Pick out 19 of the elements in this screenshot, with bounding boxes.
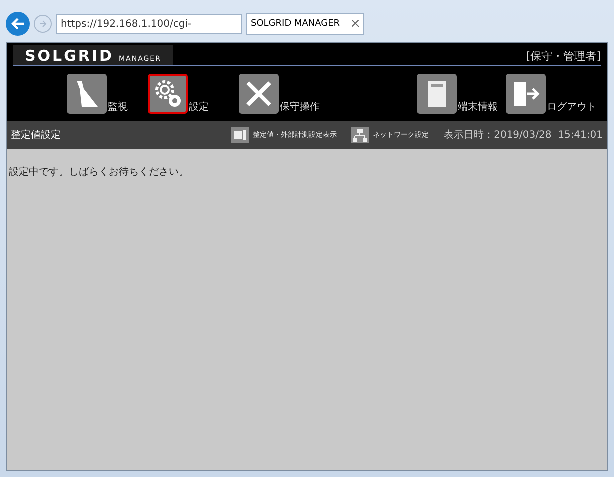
page-title: 整定値設定 <box>11 128 62 142</box>
cabinet-icon <box>426 79 448 109</box>
nav-item[interactable]: 監視 <box>67 74 128 114</box>
back-button[interactable] <box>6 12 30 36</box>
monitor-icon <box>231 127 249 143</box>
left-arrow-icon <box>11 18 25 30</box>
browser-tab[interactable]: SOLGRID MANAGER <box>246 13 364 35</box>
nav-item[interactable]: 保守操作 <box>239 74 320 114</box>
status-message: 設定中です。しばらくお待ちください。 <box>9 166 190 179</box>
nav-item[interactable]: 端末情報 <box>417 74 498 114</box>
user-role: [保守・管理者] <box>526 49 601 65</box>
nav-item[interactable]: ログアウト <box>506 74 597 114</box>
display-datetime: 表示日時：2019/03/28 15:41:01 <box>444 128 603 142</box>
address-field[interactable]: https://192.168.1.100/cgi- <box>56 14 242 34</box>
close-icon[interactable] <box>352 20 359 26</box>
right-arrow-icon <box>39 20 47 28</box>
nav-item[interactable]: 設定 <box>148 74 209 114</box>
network-icon <box>351 127 369 143</box>
flashlight-icon <box>74 79 100 109</box>
